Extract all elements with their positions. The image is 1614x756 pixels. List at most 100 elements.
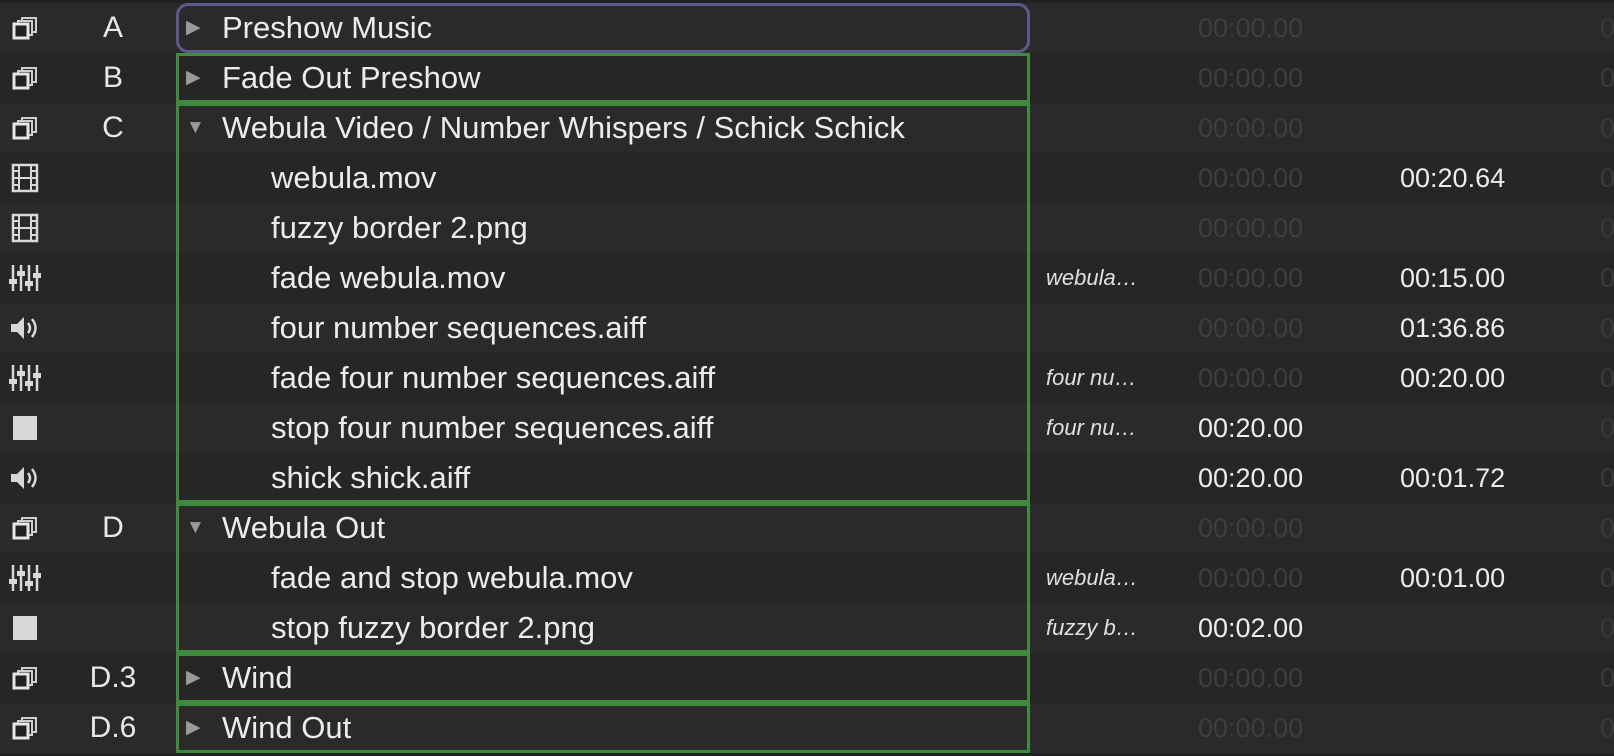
cue-postwait[interactable]: 0 bbox=[1600, 603, 1614, 653]
cue-target[interactable] bbox=[1046, 53, 1156, 103]
cue-prewait[interactable]: 00:00.00 bbox=[1198, 153, 1338, 203]
cue-prewait[interactable]: 00:00.00 bbox=[1198, 53, 1338, 103]
cue-target[interactable] bbox=[1046, 503, 1156, 553]
cue-row[interactable]: stop fuzzy border 2.png fuzzy b… 00:02.00 0 bbox=[0, 603, 1614, 653]
cue-number[interactable]: D bbox=[60, 503, 166, 553]
cue-action-duration[interactable]: 00:20.00 bbox=[1400, 353, 1540, 403]
cue-name[interactable]: Webula Video / Number Whispers / Schick … bbox=[222, 103, 905, 153]
cue-name[interactable]: fuzzy border 2.png bbox=[271, 203, 528, 253]
cue-name[interactable]: shick shick.aiff bbox=[271, 453, 470, 503]
cue-action-duration[interactable] bbox=[1400, 503, 1540, 553]
cue-postwait[interactable]: 0 bbox=[1600, 353, 1614, 403]
cue-number[interactable] bbox=[60, 353, 166, 403]
cue-target[interactable] bbox=[1046, 453, 1156, 503]
cue-target[interactable] bbox=[1046, 203, 1156, 253]
cue-prewait[interactable]: 00:02.00 bbox=[1198, 603, 1338, 653]
cue-action-duration[interactable] bbox=[1400, 103, 1540, 153]
cue-row[interactable]: fade webula.mov webula… 00:00.00 00:15.00 0 bbox=[0, 253, 1614, 303]
cue-prewait[interactable]: 00:00.00 bbox=[1198, 553, 1338, 603]
cue-row[interactable]: fuzzy border 2.png 00:00.00 0 bbox=[0, 203, 1614, 253]
cue-row[interactable]: fade four number sequences.aiff four nu… 0… bbox=[0, 353, 1614, 403]
cue-prewait[interactable]: 00:00.00 bbox=[1198, 303, 1338, 353]
cue-name[interactable]: Wind Out bbox=[222, 703, 351, 753]
cue-prewait[interactable]: 00:00.00 bbox=[1198, 203, 1338, 253]
cue-action-duration[interactable] bbox=[1400, 203, 1540, 253]
cue-action-duration[interactable] bbox=[1400, 403, 1540, 453]
cue-postwait[interactable]: 0 bbox=[1600, 153, 1614, 203]
cue-number[interactable] bbox=[60, 453, 166, 503]
cue-target[interactable]: webula… bbox=[1046, 253, 1156, 303]
cue-name[interactable]: fade and stop webula.mov bbox=[271, 553, 633, 603]
cue-action-duration[interactable] bbox=[1400, 703, 1540, 753]
cue-row[interactable]: four number sequences.aiff 00:00.00 01:36.… bbox=[0, 303, 1614, 353]
cue-name[interactable]: fade webula.mov bbox=[271, 253, 505, 303]
cue-action-duration[interactable] bbox=[1400, 3, 1540, 53]
cue-postwait[interactable]: 0 bbox=[1600, 3, 1614, 53]
cue-name[interactable]: Webula Out bbox=[222, 503, 385, 553]
cue-action-duration[interactable]: 00:20.64 bbox=[1400, 153, 1540, 203]
cue-postwait[interactable]: 0 bbox=[1600, 453, 1614, 503]
cue-row[interactable]: shick shick.aiff 00:20.00 00:01.72 0 bbox=[0, 453, 1614, 503]
cue-prewait[interactable]: 00:00.00 bbox=[1198, 703, 1338, 753]
cue-postwait[interactable]: 0 bbox=[1600, 403, 1614, 453]
disclosure-triangle-down-icon[interactable]: ▼ bbox=[186, 103, 208, 153]
cue-prewait[interactable]: 00:20.00 bbox=[1198, 453, 1338, 503]
cue-row-group[interactable]: B ▶ Fade Out Preshow 00:00.00 0 bbox=[0, 53, 1614, 103]
cue-name[interactable]: stop four number sequences.aiff bbox=[271, 403, 713, 453]
cue-target[interactable]: four nu… bbox=[1046, 403, 1156, 453]
cue-target[interactable] bbox=[1046, 3, 1156, 53]
cue-name[interactable]: stop fuzzy border 2.png bbox=[271, 603, 595, 653]
cue-postwait[interactable]: 0 bbox=[1600, 53, 1614, 103]
cue-row-group[interactable]: D.3 ▶ Wind 00:00.00 0 bbox=[0, 653, 1614, 703]
cue-target[interactable] bbox=[1046, 703, 1156, 753]
disclosure-triangle-right-icon[interactable]: ▶ bbox=[186, 53, 208, 103]
cue-action-duration[interactable]: 01:36.86 bbox=[1400, 303, 1540, 353]
cue-prewait[interactable]: 00:00.00 bbox=[1198, 353, 1338, 403]
cue-row-group[interactable]: A ▶ Preshow Music 00:00.00 0 bbox=[0, 3, 1614, 53]
cue-row[interactable]: fade and stop webula.mov webula… 00:00.00 0… bbox=[0, 553, 1614, 603]
cue-name[interactable]: four number sequences.aiff bbox=[271, 303, 646, 353]
cue-action-duration[interactable] bbox=[1400, 653, 1540, 703]
cue-name[interactable]: webula.mov bbox=[271, 153, 436, 203]
cue-postwait[interactable]: 0 bbox=[1600, 303, 1614, 353]
cue-name[interactable]: fade four number sequences.aiff bbox=[271, 353, 715, 403]
cue-number[interactable] bbox=[60, 303, 166, 353]
cue-prewait[interactable]: 00:00.00 bbox=[1198, 253, 1338, 303]
cue-target[interactable] bbox=[1046, 303, 1156, 353]
cue-prewait[interactable]: 00:00.00 bbox=[1198, 503, 1338, 553]
cue-row[interactable]: webula.mov 00:00.00 00:20.64 0 bbox=[0, 153, 1614, 203]
cue-name[interactable]: Fade Out Preshow bbox=[222, 53, 480, 103]
cue-action-duration[interactable] bbox=[1400, 53, 1540, 103]
cue-postwait[interactable]: 0 bbox=[1600, 203, 1614, 253]
cue-postwait[interactable]: 0 bbox=[1600, 503, 1614, 553]
cue-postwait[interactable]: 0 bbox=[1600, 553, 1614, 603]
cue-name[interactable]: Wind bbox=[222, 653, 293, 703]
cue-row-group[interactable]: D ▼ Webula Out 00:00.00 0 bbox=[0, 503, 1614, 553]
cue-number[interactable]: A bbox=[60, 3, 166, 53]
cue-number[interactable] bbox=[60, 603, 166, 653]
cue-number[interactable] bbox=[60, 553, 166, 603]
cue-prewait[interactable]: 00:00.00 bbox=[1198, 3, 1338, 53]
cue-prewait[interactable]: 00:00.00 bbox=[1198, 653, 1338, 703]
cue-prewait[interactable]: 00:00.00 bbox=[1198, 103, 1338, 153]
cue-action-duration[interactable]: 00:01.00 bbox=[1400, 553, 1540, 603]
cue-target[interactable]: four nu… bbox=[1046, 353, 1156, 403]
disclosure-triangle-right-icon[interactable]: ▶ bbox=[186, 3, 208, 53]
cue-target[interactable] bbox=[1046, 653, 1156, 703]
cue-prewait[interactable]: 00:20.00 bbox=[1198, 403, 1338, 453]
cue-target[interactable] bbox=[1046, 103, 1156, 153]
disclosure-triangle-down-icon[interactable]: ▼ bbox=[186, 503, 208, 553]
cue-postwait[interactable]: 0 bbox=[1600, 103, 1614, 153]
cue-number[interactable]: B bbox=[60, 53, 166, 103]
cue-number[interactable] bbox=[60, 153, 166, 203]
cue-action-duration[interactable]: 00:01.72 bbox=[1400, 453, 1540, 503]
cue-target[interactable] bbox=[1046, 153, 1156, 203]
cue-row[interactable]: stop four number sequences.aiff four nu… 0… bbox=[0, 403, 1614, 453]
cue-number[interactable] bbox=[60, 203, 166, 253]
cue-action-duration[interactable] bbox=[1400, 603, 1540, 653]
cue-postwait[interactable]: 0 bbox=[1600, 253, 1614, 303]
cue-number[interactable]: D.3 bbox=[60, 653, 166, 703]
cue-row-group[interactable]: C ▼ Webula Video / Number Whispers / Schic… bbox=[0, 103, 1614, 153]
cue-number[interactable] bbox=[60, 403, 166, 453]
cue-postwait[interactable]: 0 bbox=[1600, 653, 1614, 703]
